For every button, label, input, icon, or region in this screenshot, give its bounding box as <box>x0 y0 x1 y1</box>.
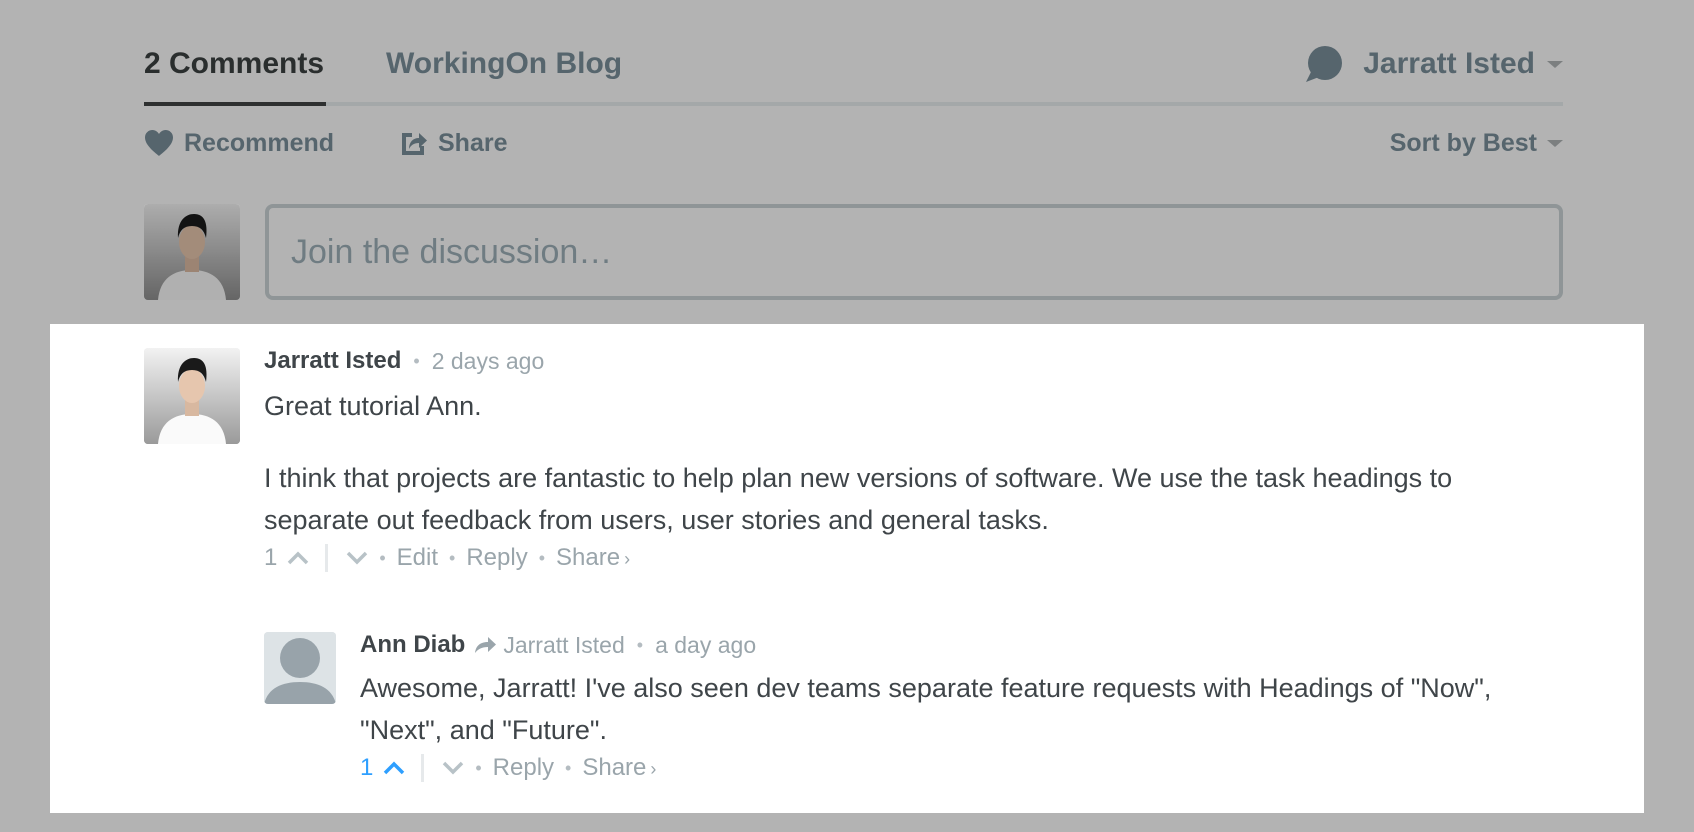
chevron-up-icon <box>288 551 309 565</box>
comments-panel: Jarratt Isted • 2 days ago Great tutoria… <box>50 324 1644 813</box>
recommend-button[interactable]: Recommend <box>144 124 334 162</box>
upvote-button[interactable] <box>287 551 309 565</box>
current-user-avatar[interactable] <box>144 204 240 300</box>
discussion-widget: 2 Comments WorkingOn Blog Jarratt Isted … <box>0 0 1694 832</box>
separator-dot: • <box>538 547 546 568</box>
comment-input-placeholder: Join the discussion… <box>291 232 613 271</box>
recommend-label: Recommend <box>184 128 335 157</box>
user-menu-name: Jarratt Isted <box>1363 47 1535 80</box>
comment-footer: 1 • Edit • Reply • Share › <box>264 543 1563 573</box>
comment-meta: Jarratt Isted • 2 days ago <box>264 347 1563 375</box>
active-tab-indicator <box>144 102 326 106</box>
comment-author-avatar[interactable] <box>144 348 240 444</box>
tab-bar: 2 Comments WorkingOn Blog Jarratt Isted <box>144 38 1563 106</box>
user-menu[interactable]: Jarratt Isted <box>1303 44 1563 84</box>
reply-body: Ann Diab Jarratt Isted • a day ago Aweso… <box>360 631 1563 783</box>
reply-link[interactable]: Reply <box>466 544 527 572</box>
edit-link[interactable]: Edit <box>397 544 438 572</box>
chat-bubble-icon <box>1306 46 1343 82</box>
person-photo <box>144 348 240 444</box>
chevron-down-icon <box>1547 60 1563 68</box>
reply-author-avatar[interactable] <box>264 632 336 704</box>
thread-toolbar: Recommend Share Sort by Best <box>144 124 1563 162</box>
separator-dot: • <box>565 757 572 778</box>
in-reply-to-author[interactable]: Jarratt Isted <box>503 632 624 659</box>
vote-divider <box>421 754 425 782</box>
person-photo <box>144 204 240 300</box>
reply-author[interactable]: Ann Diab <box>360 631 465 659</box>
default-avatar-icon <box>264 632 336 704</box>
reply-message: Awesome, Jarratt! I've also seen dev tea… <box>360 673 1492 745</box>
share-icon <box>402 133 427 155</box>
share-label: Share <box>438 128 508 157</box>
vote-divider <box>325 544 329 572</box>
tab-comments[interactable]: 2 Comments <box>144 46 324 82</box>
comment-body: Jarratt Isted • 2 days ago Great tutoria… <box>264 347 1563 573</box>
comment-message: Great tutorial Ann. I think that project… <box>264 385 1563 541</box>
downvote-button[interactable] <box>442 761 464 775</box>
upvote-button[interactable] <box>383 761 405 775</box>
reply-link[interactable]: Reply <box>493 754 554 782</box>
comment-timestamp[interactable]: 2 days ago <box>432 348 545 375</box>
separator-dot: • <box>379 547 386 568</box>
comment-paragraph: Great tutorial Ann. <box>264 391 482 421</box>
sort-label: Sort by Best <box>1389 128 1537 157</box>
heart-icon <box>145 130 173 156</box>
vote-count: 1 <box>264 544 278 571</box>
chevron-up-icon <box>384 761 405 775</box>
chevron-down-icon <box>1547 139 1563 147</box>
chevron-down-icon <box>347 551 368 565</box>
reply-timestamp[interactable]: a day ago <box>655 632 756 659</box>
comment-author[interactable]: Jarratt Isted <box>264 347 401 375</box>
share-link[interactable]: Share › <box>556 544 630 572</box>
sort-dropdown[interactable]: Sort by Best <box>1390 124 1563 162</box>
separator-dot: • <box>449 547 456 568</box>
reply-footer: 1 • Reply • Share › <box>360 753 1563 783</box>
separator-dot: • <box>413 350 420 371</box>
comment-paragraph: I think that projects are fantastic to h… <box>264 463 1453 535</box>
share-link-label: Share <box>556 544 621 571</box>
tab-community[interactable]: WorkingOn Blog <box>386 46 622 82</box>
separator-dot: • <box>636 634 644 655</box>
vote-count: 1 <box>360 754 374 781</box>
reply-arrow-icon <box>475 637 497 653</box>
comment-input[interactable]: Join the discussion… <box>265 204 1563 300</box>
share-link-label: Share <box>582 754 647 781</box>
chevron-right-icon: › <box>650 759 657 779</box>
chevron-down-icon <box>443 761 464 775</box>
chevron-right-icon: › <box>624 549 631 569</box>
separator-dot: • <box>475 757 482 778</box>
tab-divider <box>144 102 1563 106</box>
share-link[interactable]: Share › <box>582 754 656 782</box>
share-thread-button[interactable]: Share <box>400 124 507 162</box>
reply-meta: Ann Diab Jarratt Isted • a day ago <box>360 631 1563 659</box>
downvote-button[interactable] <box>346 551 368 565</box>
